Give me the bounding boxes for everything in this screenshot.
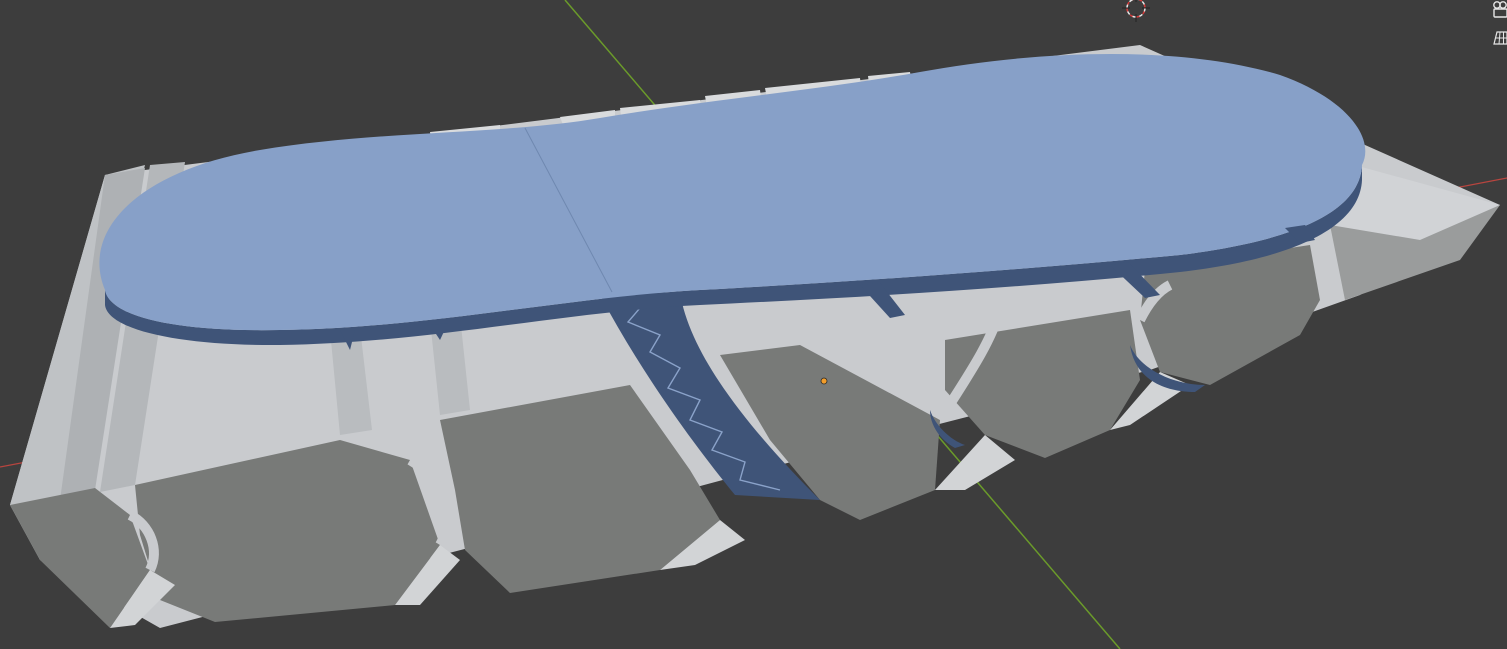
grid-perspective-icon — [1493, 31, 1507, 45]
perspective-toggle-button[interactable] — [1491, 28, 1507, 48]
camera-icon — [1493, 1, 1507, 18]
object-origin-dot[interactable] — [820, 377, 828, 385]
camera-view-button[interactable] — [1491, 0, 1507, 20]
3d-viewport[interactable] — [0, 0, 1507, 649]
bevel-3 — [935, 435, 1015, 490]
3d-cursor-icon[interactable] — [1122, 0, 1150, 22]
viewport-scene[interactable] — [0, 0, 1507, 649]
